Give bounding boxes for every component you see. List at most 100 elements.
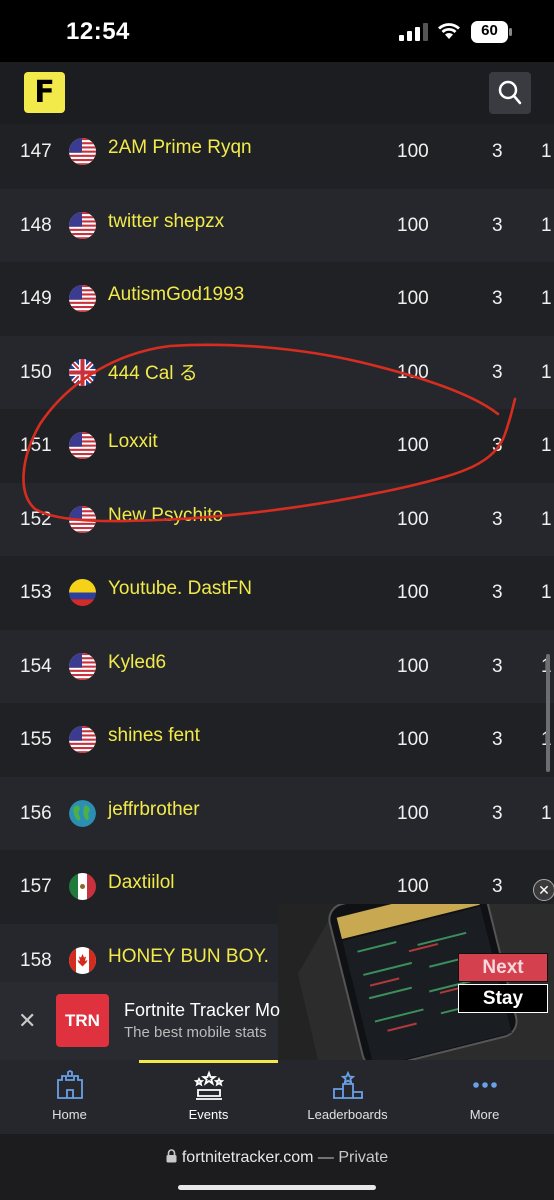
url-domain: fortnitetracker.com <box>181 1149 314 1166</box>
stat-matches: 3 <box>492 582 503 603</box>
rank-cell: 149 <box>20 288 52 309</box>
stat-matches: 3 <box>492 655 503 677</box>
player-name[interactable]: 2AM Prime Ryqn <box>108 137 252 159</box>
stat-extra: 1 <box>541 435 552 456</box>
player-name[interactable]: twitter shepzx <box>108 211 224 233</box>
player-name[interactable]: 444 Cal る <box>108 358 198 385</box>
table-row[interactable]: 154Kyled610031 <box>0 629 554 703</box>
status-time: 12:54 <box>66 18 130 45</box>
rank-cell: 153 <box>20 582 52 603</box>
ad-subtitle: The best mobile stats <box>124 1024 267 1041</box>
fortnite-logo[interactable]: F <box>24 72 65 113</box>
rank-cell: 152 <box>20 508 52 530</box>
flag-uk-icon <box>69 358 96 386</box>
stat-matches: 3 <box>492 361 503 383</box>
stat-matches: 3 <box>492 876 503 897</box>
flag-us-icon <box>69 726 96 753</box>
tab-home[interactable]: Home <box>0 1060 139 1134</box>
table-row[interactable]: 150 444 Cal る 100 3 1 <box>0 335 554 409</box>
stat-points: 100 <box>397 508 429 530</box>
stat-points: 100 <box>397 435 429 456</box>
search-button[interactable] <box>489 72 531 114</box>
stat-points: 100 <box>397 141 429 162</box>
next-button[interactable]: Next <box>458 953 548 982</box>
home-indicator[interactable] <box>178 1185 376 1190</box>
rank-cell: 158 <box>20 949 52 971</box>
wifi-icon <box>438 23 460 39</box>
table-row[interactable]: 155shines fent10031 <box>0 703 554 777</box>
rank-cell: 151 <box>20 435 52 456</box>
player-name[interactable]: jeffrbrother <box>108 799 200 821</box>
battery-level: 60 <box>481 22 498 39</box>
tab-leaderboards-label: Leaderboards <box>307 1107 388 1122</box>
stay-button[interactable]: Stay <box>458 984 548 1013</box>
castle-icon <box>56 1070 83 1099</box>
video-ad[interactable] <box>278 904 554 1060</box>
scrollbar[interactable] <box>546 654 550 772</box>
stat-extra: 1 <box>541 214 552 236</box>
tab-more-label: More <box>469 1107 500 1122</box>
player-name[interactable]: Youtube. DastFN <box>108 578 252 600</box>
flag-us-icon <box>69 138 96 165</box>
stat-matches: 3 <box>492 435 503 456</box>
table-row[interactable]: 149 AutismGod1993 100 3 1 <box>0 262 554 336</box>
more-dots-icon <box>472 1082 497 1088</box>
player-name[interactable]: New Psychito <box>108 505 223 527</box>
flag-us-icon <box>69 652 96 680</box>
stat-matches: 3 <box>492 802 503 824</box>
search-icon <box>498 80 522 105</box>
stat-extra: 1 <box>541 582 552 603</box>
flag-us-icon <box>69 285 96 312</box>
flag-us-icon <box>69 505 96 533</box>
rank-cell: 155 <box>20 729 52 750</box>
trn-logo[interactable]: TRN <box>56 994 109 1047</box>
bottom-tab-bar: Home Events Leaderboards More <box>0 1060 554 1134</box>
url-text[interactable]: fortnitetracker.com — Private <box>0 1149 554 1167</box>
tab-events-label: Events <box>188 1107 229 1122</box>
tab-leaderboards[interactable]: Leaderboards <box>278 1060 417 1134</box>
flag-ca-icon <box>69 946 96 974</box>
rank-cell: 154 <box>20 655 52 677</box>
rank-cell: 147 <box>20 141 52 162</box>
stat-points: 100 <box>397 214 429 236</box>
table-row[interactable]: 152 New Psychito 100 3 1 <box>0 482 554 556</box>
stat-points: 100 <box>397 876 429 897</box>
table-row[interactable]: 148 twitter shepzx 100 3 1 <box>0 188 554 262</box>
browser-url-bar[interactable]: fortnitetracker.com — Private <box>0 1134 554 1200</box>
table-row[interactable]: 156 jeffrbrother 100 3 1 <box>0 776 554 850</box>
player-name[interactable]: Loxxit <box>108 431 158 453</box>
tab-home-label: Home <box>52 1107 87 1122</box>
player-name[interactable]: shines fent <box>108 725 200 747</box>
stat-points: 100 <box>397 361 429 383</box>
tab-events[interactable]: Events <box>139 1060 278 1134</box>
tab-more[interactable]: More <box>415 1060 554 1134</box>
rank-cell: 150 <box>20 361 52 383</box>
stat-extra: 1 <box>541 508 552 530</box>
ad-banner[interactable]: ✕ TRN Fortnite Tracker Mo The best mobil… <box>0 982 281 1060</box>
stat-matches: 3 <box>492 141 503 162</box>
stat-matches: 3 <box>492 729 503 750</box>
stat-points: 100 <box>397 802 429 824</box>
podium-icon <box>332 1070 363 1099</box>
table-row[interactable]: 147 2AM Prime Ryqn 100 3 1 <box>0 124 554 189</box>
rank-cell: 148 <box>20 214 52 236</box>
ad-close-button[interactable]: ✕ <box>18 1008 36 1034</box>
ad-title: Fortnite Tracker Mo <box>124 1000 281 1020</box>
flag-globe-icon <box>69 799 96 827</box>
table-row[interactable]: 151 Loxxit 100 3 1 <box>0 409 554 483</box>
table-row[interactable]: 153 Youtube. DastFN 100 3 1 <box>0 556 554 630</box>
app-header: F <box>0 62 554 124</box>
status-bar: 12:54 60 <box>0 0 554 62</box>
video-close-button[interactable]: ✕ <box>533 879 554 901</box>
url-private-label: — Private <box>313 1149 389 1166</box>
flag-mx-icon <box>69 873 96 900</box>
cellular-signal-icon <box>399 23 428 41</box>
player-name[interactable]: Daxtiilol <box>108 872 175 894</box>
lock-icon <box>166 1149 177 1163</box>
player-name[interactable]: Kyled6 <box>108 652 166 674</box>
rank-cell: 156 <box>20 802 52 824</box>
stat-points: 100 <box>397 655 429 677</box>
stat-matches: 3 <box>492 214 503 236</box>
player-name[interactable]: AutismGod1993 <box>108 284 244 306</box>
player-name[interactable]: HONEY BUN BOY. <box>108 946 269 968</box>
